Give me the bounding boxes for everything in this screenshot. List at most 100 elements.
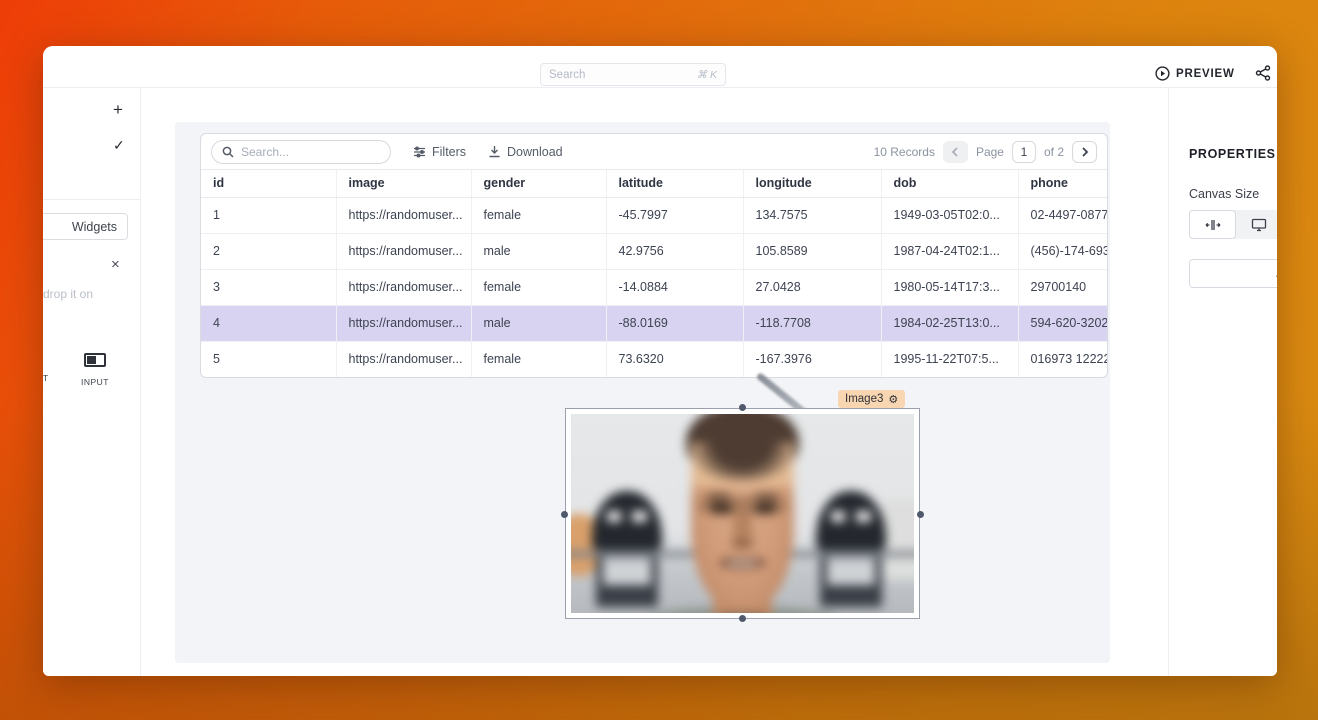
resize-handle-right[interactable] (917, 511, 924, 518)
table-cell: -45.7997 (606, 197, 743, 233)
search-icon (222, 146, 234, 158)
app-button[interactable]: APP (1189, 259, 1277, 288)
download-label: Download (507, 145, 563, 159)
resize-handle-left[interactable] (561, 511, 568, 518)
table-row[interactable]: 5https://randomuser...female73.6320-167.… (201, 341, 1108, 377)
input-widget-icon (84, 353, 106, 367)
drop-hint-text: drop it on (43, 287, 93, 301)
fit-width-option[interactable] (1189, 210, 1236, 239)
table-cell: female (471, 341, 606, 377)
table-cell: 1949-03-05T02:0... (881, 197, 1018, 233)
table-cell: 27.0428 (743, 269, 881, 305)
table-cell: female (471, 269, 606, 305)
page-total: of 2 (1044, 145, 1064, 159)
download-button[interactable]: Download (488, 145, 563, 159)
global-search-placeholder: Search (549, 69, 585, 81)
table-cell: 134.7575 (743, 197, 881, 233)
table-cell: 1984-02-25T13:0... (881, 305, 1018, 341)
records-count: 10 Records (874, 145, 935, 159)
filters-label: Filters (432, 145, 466, 159)
table-search-input[interactable]: Search... (211, 140, 391, 164)
download-icon (488, 145, 501, 158)
global-search-input[interactable]: Search ⌘ K (540, 63, 726, 86)
table-cell: 3 (201, 269, 336, 305)
table-cell: 594-620-3202 (1018, 305, 1108, 341)
image-widget[interactable] (565, 408, 920, 619)
search-shortcut-hint: ⌘ K (697, 69, 717, 81)
widgets-search-text: Widgets (72, 220, 117, 234)
data-table: idimagegenderlatitudelongitudedobphone 1… (201, 170, 1108, 377)
column-header-phone[interactable]: phone (1018, 170, 1108, 197)
table-cell: https://randomuser... (336, 341, 471, 377)
table-cell: https://randomuser... (336, 305, 471, 341)
table-cell: 1980-05-14T17:3... (881, 269, 1018, 305)
table-cell: female (471, 197, 606, 233)
gear-icon: ⚙ (888, 393, 898, 406)
app-canvas[interactable]: Search... Filters (175, 122, 1110, 663)
preview-label: PREVIEW (1176, 68, 1235, 80)
table-cell: male (471, 305, 606, 341)
table-cell: https://randomuser... (336, 197, 471, 233)
image-widget-badge[interactable]: Image3 ⚙ (838, 390, 905, 408)
page-number-input[interactable]: 1 (1012, 141, 1036, 163)
table-cell: 73.6320 (606, 341, 743, 377)
cut-widget-label: T (43, 373, 48, 383)
table-cell: https://randomuser... (336, 233, 471, 269)
table-row[interactable]: 1https://randomuser...female-45.7997134.… (201, 197, 1108, 233)
table-cell: 42.9756 (606, 233, 743, 269)
close-icon[interactable]: × (111, 256, 120, 273)
column-header-gender[interactable]: gender (471, 170, 606, 197)
preview-button[interactable]: PREVIEW (1155, 66, 1235, 81)
table-cell: 105.8589 (743, 233, 881, 269)
table-search-placeholder: Search... (241, 145, 289, 159)
table-cell: 1987-04-24T02:1... (881, 233, 1018, 269)
resize-handle-top[interactable] (739, 404, 746, 411)
table-cell: -118.7708 (743, 305, 881, 341)
table-cell: 29700140 (1018, 269, 1108, 305)
table-cell: -88.0169 (606, 305, 743, 341)
canvas-size-toggle (1189, 210, 1277, 239)
play-circle-icon (1155, 66, 1170, 81)
table-header-row: idimagegenderlatitudelongitudedobphone (201, 170, 1108, 197)
prev-page-button[interactable] (943, 141, 968, 163)
column-header-id[interactable]: id (201, 170, 336, 197)
table-cell: 1 (201, 197, 336, 233)
check-icon[interactable]: ✓ (113, 137, 125, 154)
column-header-dob[interactable]: dob (881, 170, 1018, 197)
page-label: Page (976, 145, 1004, 159)
table-cell: 016973 12222 (1018, 341, 1108, 377)
table-row[interactable]: 3https://randomuser...female-14.088427.0… (201, 269, 1108, 305)
input-widget-label: INPUT (71, 377, 119, 387)
table-cell: 5 (201, 341, 336, 377)
sidebar-divider (43, 199, 141, 200)
filters-icon (413, 146, 426, 158)
table-toolbar: Search... Filters (201, 134, 1107, 170)
table-pagination: 10 Records Page 1 of 2 (874, 141, 1097, 163)
monitor-icon (1251, 218, 1267, 232)
next-page-button[interactable] (1072, 141, 1097, 163)
desktop-option[interactable] (1236, 210, 1277, 239)
table-cell: 2 (201, 233, 336, 269)
add-icon[interactable]: + (113, 100, 123, 120)
table-cell: 02-4497-0877 (1018, 197, 1108, 233)
filters-button[interactable]: Filters (413, 145, 466, 159)
resize-handle-bottom[interactable] (739, 615, 746, 622)
table-cell: male (471, 233, 606, 269)
portrait-photo (571, 414, 914, 613)
topbar: Search ⌘ K PREVIEW (43, 46, 1277, 88)
properties-title: PROPERTIES (1189, 147, 1276, 161)
table-widget[interactable]: Search... Filters (200, 133, 1108, 378)
widget-sidebar: + ✓ Widgets × drop it on INPUT T (43, 88, 141, 676)
share-icon[interactable] (1255, 65, 1271, 81)
column-header-longitude[interactable]: longitude (743, 170, 881, 197)
table-row[interactable]: 2https://randomuser...male42.9756105.858… (201, 233, 1108, 269)
editor-main: Search... Filters (141, 88, 1168, 676)
column-header-latitude[interactable]: latitude (606, 170, 743, 197)
table-cell: 1995-11-22T07:5... (881, 341, 1018, 377)
properties-panel: PROPERTIES Canvas Size APP (1168, 88, 1277, 676)
widgets-search-input[interactable]: Widgets (43, 213, 128, 240)
table-row[interactable]: 4https://randomuser...male-88.0169-118.7… (201, 305, 1108, 341)
widget-item-input[interactable]: INPUT (71, 353, 119, 387)
column-header-image[interactable]: image (336, 170, 471, 197)
horizontal-resize-icon (1205, 219, 1221, 231)
